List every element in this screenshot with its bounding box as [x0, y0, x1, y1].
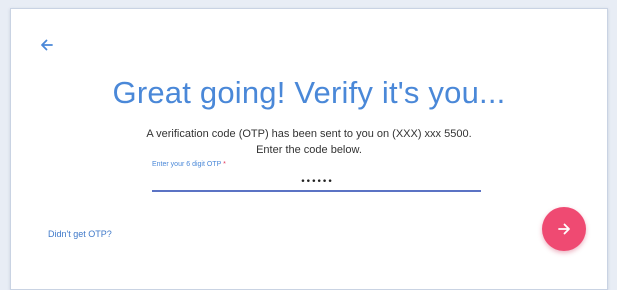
page-title: Great going! Verify it's you...	[112, 75, 506, 110]
otp-field: Enter your 6 digit OTP *	[152, 161, 481, 195]
message-line-2: Enter the code below.	[256, 144, 362, 156]
next-button[interactable]	[542, 207, 586, 251]
message-line-1: A verification code (OTP) has been sent …	[146, 128, 472, 140]
back-button[interactable]	[37, 35, 57, 55]
verify-card: Great going! Verify it's you... A verifi…	[10, 8, 608, 290]
arrow-right-icon	[558, 223, 570, 235]
verification-message: A verification code (OTP) has been sent …	[11, 126, 607, 158]
otp-label-text: Enter your 6 digit OTP	[152, 161, 222, 168]
arrow-left-icon	[41, 39, 53, 51]
resend-otp-link[interactable]: Didn't get OTP?	[48, 229, 112, 239]
required-marker: *	[223, 161, 226, 168]
otp-field-label: Enter your 6 digit OTP *	[152, 161, 226, 168]
otp-input[interactable]	[152, 174, 481, 192]
